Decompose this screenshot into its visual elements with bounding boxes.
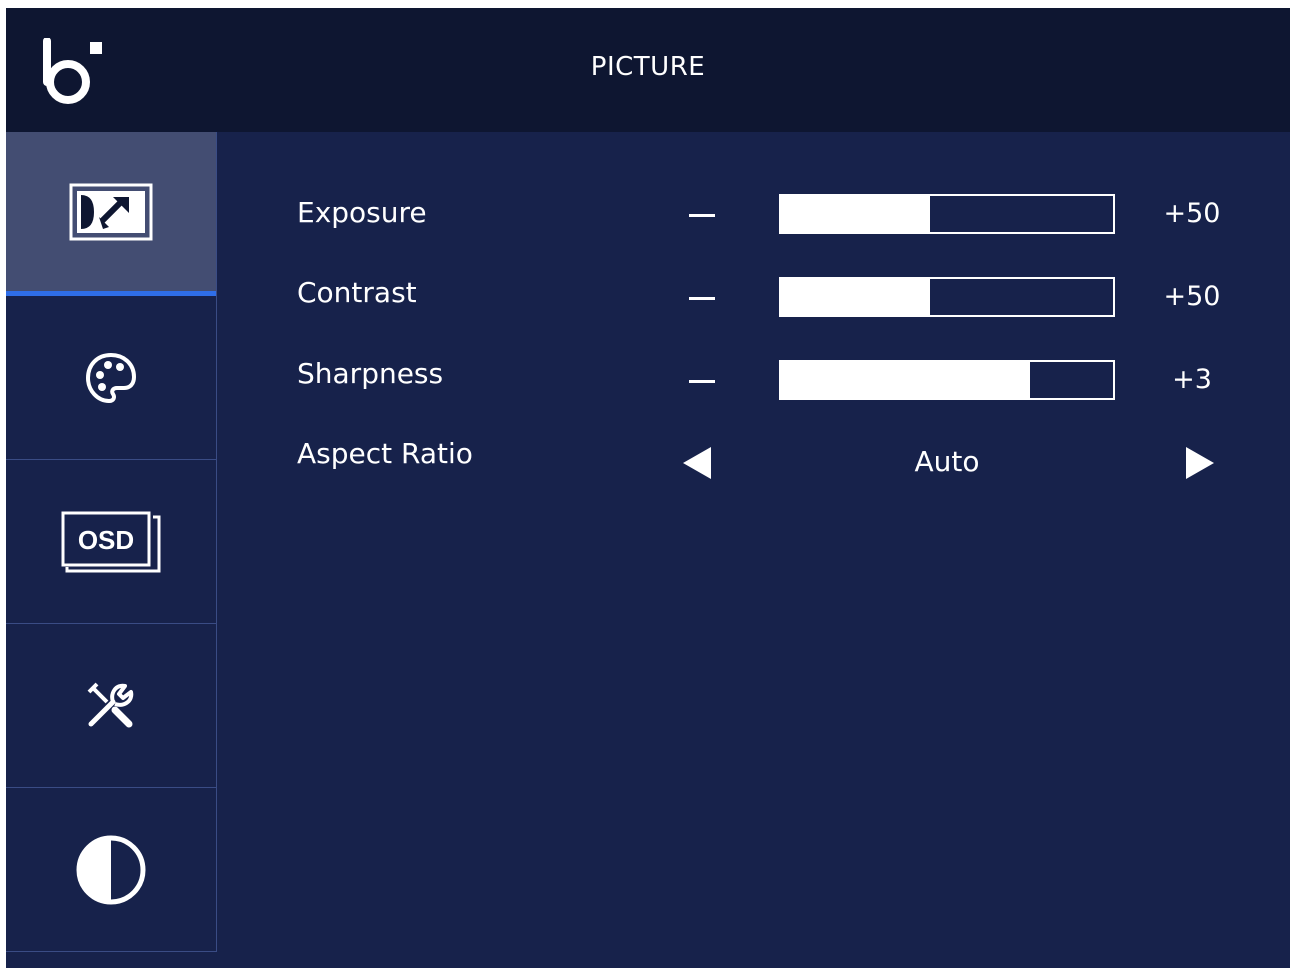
svg-text:OSD: OSD [78,525,134,555]
aspect-ratio-value: Auto [914,445,980,478]
sidebar-item-color[interactable] [6,296,216,460]
exposure-label: Exposure [297,196,427,229]
aspect-ratio-label: Aspect Ratio [297,437,473,470]
sharpness-label: Sharpness [297,357,444,390]
contrast-value: +50 [1163,281,1221,312]
contrast-slider-fill [781,279,931,315]
sidebar: OSD [6,132,217,952]
exposure-decrease-button[interactable] [689,214,715,217]
sidebar-item-setup[interactable] [6,624,216,788]
sharpness-value: +3 [1172,364,1212,395]
contrast-icon [76,835,146,904]
aspect-ratio-previous-arrow-icon[interactable] [683,447,711,479]
picture-icon [69,183,153,240]
osd-window: PICTURE OSD Exposure +50 Contrast +50 Sh… [6,8,1290,968]
sidebar-item-contrast[interactable] [6,788,216,952]
contrast-decrease-button[interactable] [689,297,715,300]
settings-panel: Exposure +50 Contrast +50 Sharpness +3 A… [217,132,1290,968]
exposure-slider[interactable] [779,194,1115,234]
header-bar: PICTURE [6,8,1290,132]
aspect-ratio-next-arrow-icon[interactable] [1186,447,1214,479]
sharpness-slider-fill [781,362,1030,398]
tools-icon [87,682,134,727]
contrast-label: Contrast [297,276,417,309]
sidebar-item-picture[interactable] [6,132,216,296]
sharpness-decrease-button[interactable] [689,380,715,383]
page-title: PICTURE [590,52,706,82]
sharpness-slider[interactable] [779,360,1115,400]
osd-icon: OSD [61,511,161,572]
sidebar-item-osd[interactable]: OSD [6,460,216,624]
exposure-slider-fill [781,196,931,232]
exposure-value: +50 [1163,198,1221,229]
palette-icon [85,352,137,403]
contrast-slider[interactable] [779,277,1115,317]
